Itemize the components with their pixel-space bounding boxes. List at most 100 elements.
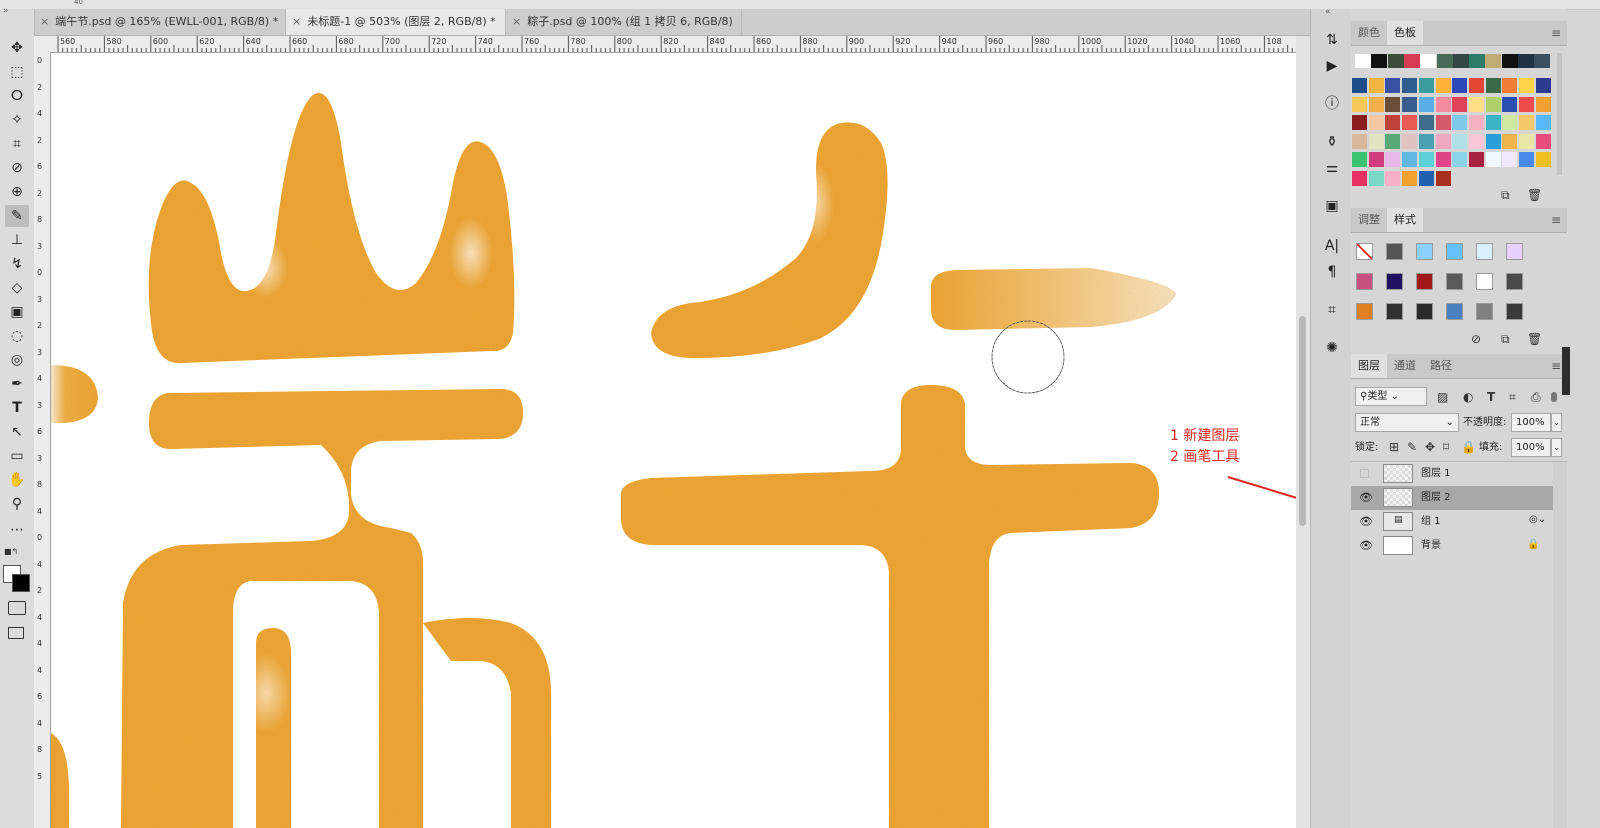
swatch[interactable] — [1402, 96, 1418, 112]
panel-menu-icon[interactable]: ≡ — [1551, 354, 1561, 378]
swatch[interactable] — [1385, 152, 1401, 167]
swatch[interactable] — [1485, 115, 1501, 130]
layer-row-selected[interactable]: 👁 图层 2 — [1351, 486, 1553, 510]
layer-effects-icon[interactable]: ◎⌄ — [1529, 514, 1546, 525]
swatch[interactable] — [1368, 133, 1384, 149]
new-swatch-icon[interactable]: ⧉ — [1501, 187, 1510, 203]
lock-all-icon[interactable]: 🔒 — [1461, 439, 1476, 455]
swatch[interactable] — [1535, 78, 1551, 93]
swatch[interactable] — [1352, 78, 1367, 93]
style-preset[interactable] — [1476, 273, 1493, 290]
background-color-swatch[interactable] — [12, 574, 30, 592]
scrollbar-thumb[interactable] — [1299, 316, 1306, 526]
layers-scrollbar[interactable] — [1553, 462, 1567, 828]
swatch[interactable] — [1502, 133, 1518, 149]
swatch[interactable] — [1452, 115, 1468, 130]
history-brush-tool-icon[interactable]: ↯ — [5, 253, 29, 275]
swatch[interactable] — [1368, 78, 1384, 93]
character-panel-icon[interactable]: A| — [1321, 235, 1343, 257]
swatch[interactable] — [1535, 115, 1551, 130]
style-preset[interactable] — [1386, 243, 1403, 260]
tab-duanwujie[interactable]: × 端午节.psd @ 165% (EWLL-001, RGB/8) * — [34, 9, 286, 35]
swatch[interactable] — [1368, 152, 1384, 167]
swatch[interactable] — [1485, 78, 1501, 93]
lock-artboard-icon[interactable]: ⌑ — [1443, 439, 1449, 455]
swatch[interactable] — [1418, 152, 1434, 167]
swatch[interactable] — [1519, 152, 1534, 167]
style-preset[interactable] — [1356, 243, 1373, 260]
layer-filter-select[interactable]: ⚲类型 ⌄ — [1355, 387, 1427, 406]
fill-input[interactable]: 100% — [1511, 438, 1551, 457]
canvas-vertical-scrollbar[interactable] — [1296, 36, 1310, 828]
swatch[interactable] — [1402, 152, 1418, 167]
tab-layers[interactable]: 图层 — [1351, 354, 1387, 378]
panel-menu-icon[interactable]: ≡ — [1551, 208, 1561, 232]
swatch[interactable] — [1385, 133, 1401, 149]
eye-icon[interactable]: 👁 — [1359, 534, 1373, 558]
swatch[interactable] — [1485, 54, 1502, 68]
swatch[interactable] — [1355, 54, 1371, 68]
style-preset[interactable] — [1416, 273, 1433, 290]
panel-menu-icon[interactable]: ≡ — [1551, 21, 1561, 45]
swatch[interactable] — [1352, 170, 1367, 186]
swatch[interactable] — [1385, 96, 1401, 112]
close-icon[interactable]: × — [292, 15, 301, 28]
swatch[interactable] — [1485, 96, 1501, 112]
swatch[interactable] — [1502, 96, 1518, 112]
dodge-tool-icon[interactable]: ◎ — [5, 349, 29, 371]
hand-tool-icon[interactable]: ✋ — [5, 469, 29, 491]
swatch[interactable] — [1535, 152, 1551, 167]
lasso-tool-icon[interactable]: ⵔ — [5, 85, 29, 107]
style-preset[interactable] — [1506, 303, 1523, 320]
swatch[interactable] — [1371, 54, 1388, 68]
swatch[interactable] — [1468, 133, 1484, 149]
style-preset[interactable] — [1446, 303, 1463, 320]
style-preset[interactable] — [1386, 303, 1403, 320]
style-preset[interactable] — [1446, 273, 1463, 290]
eraser-tool-icon[interactable]: ◇ — [5, 277, 29, 299]
swatch[interactable] — [1387, 54, 1404, 68]
swatch[interactable] — [1352, 133, 1367, 149]
swatch[interactable] — [1468, 115, 1484, 130]
tab-color[interactable]: 颜色 — [1351, 21, 1387, 45]
swatch[interactable] — [1352, 115, 1367, 130]
clone-stamp-tool-icon[interactable]: ⊥ — [5, 229, 29, 251]
swatch[interactable] — [1502, 78, 1518, 93]
blur-tool-icon[interactable]: ◌ — [5, 325, 29, 347]
gradient-tool-icon[interactable]: ▣ — [5, 301, 29, 323]
new-style-icon[interactable]: ⧉ — [1501, 331, 1510, 347]
tab-untitled-1[interactable]: × 未标题-1 @ 503% (图层 2, RGB/8) * — [286, 9, 506, 35]
swatch[interactable] — [1403, 54, 1420, 68]
swatch[interactable] — [1452, 96, 1468, 112]
tab-swatches[interactable]: 色板 — [1387, 21, 1423, 45]
swatch[interactable] — [1418, 115, 1434, 130]
move-tool-icon[interactable]: ✥ — [5, 37, 29, 59]
filter-toggle[interactable] — [1551, 392, 1557, 402]
swatch[interactable] — [1435, 78, 1451, 93]
lock-position-icon[interactable]: ✥ — [1425, 439, 1435, 455]
clear-style-icon[interactable]: ⊘ — [1471, 331, 1481, 347]
tab-paths[interactable]: 路径 — [1423, 354, 1459, 378]
swatch[interactable] — [1418, 133, 1434, 149]
swatch[interactable] — [1502, 152, 1518, 167]
style-preset[interactable] — [1356, 273, 1373, 290]
glyphs-panel-icon[interactable]: ⌗ — [1321, 299, 1343, 321]
smart-object-filter-icon[interactable]: ⎙ — [1531, 389, 1541, 405]
swatch[interactable] — [1436, 54, 1453, 68]
swatch[interactable] — [1502, 115, 1518, 130]
brightness-icon[interactable]: ✺ — [1321, 337, 1343, 359]
type-filter-icon[interactable]: T — [1487, 389, 1495, 405]
style-preset[interactable] — [1506, 273, 1523, 290]
shape-filter-icon[interactable]: ⌗ — [1509, 389, 1516, 405]
lock-image-icon[interactable]: ✎ — [1407, 439, 1417, 455]
swatch[interactable] — [1420, 54, 1437, 68]
style-preset[interactable] — [1416, 243, 1433, 260]
trash-icon[interactable]: 🗑 — [1527, 187, 1542, 203]
type-tool-icon[interactable]: T — [5, 397, 29, 419]
swatch[interactable] — [1385, 78, 1401, 93]
horizontal-ruler[interactable]: 560 580 600 620 640 660 680 700 720 740 760 780 800 8… — [52, 36, 1300, 53]
lock-transparent-icon[interactable]: ⊞ — [1389, 439, 1399, 455]
swatch-grid[interactable] — [1351, 46, 1567, 186]
brush-settings-icon[interactable]: ⚱ — [1321, 131, 1343, 153]
adjustment-filter-icon[interactable]: ◐ — [1463, 389, 1473, 405]
